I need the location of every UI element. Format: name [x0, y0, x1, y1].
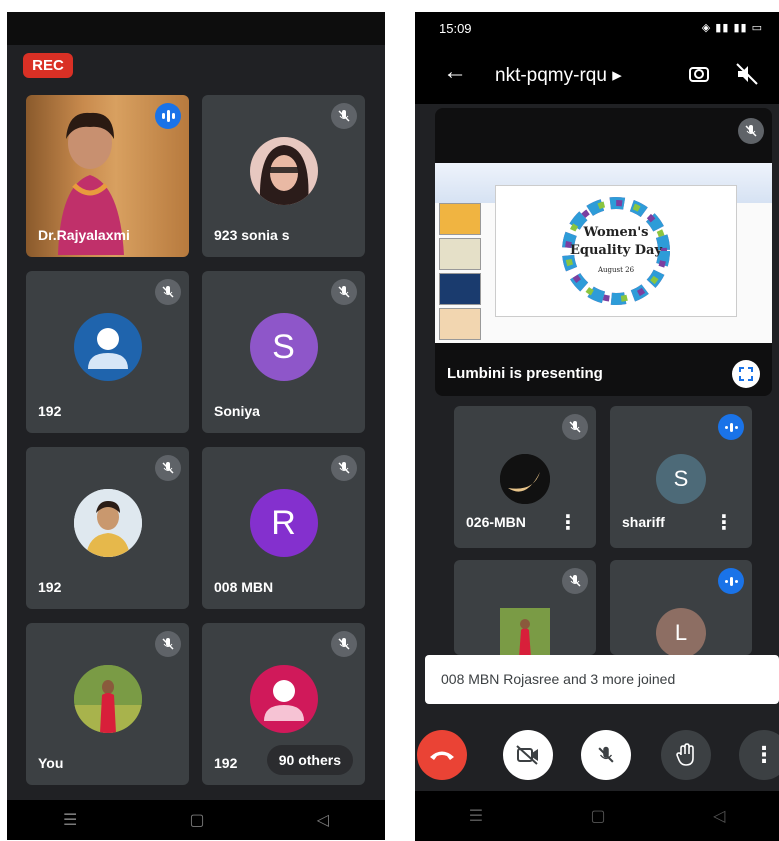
participant-avatar [500, 454, 550, 504]
switch-camera-icon[interactable] [685, 60, 713, 88]
status-icons: ◈ ▮▮ ▮▮ ▭ [701, 22, 763, 34]
participant-avatar: R [249, 489, 318, 557]
fullscreen-button[interactable] [732, 360, 760, 388]
status-bar: 15:09 ◈ ▮▮ ▮▮ ▭ [415, 12, 779, 46]
mic-off-icon [562, 568, 588, 594]
participant-tile[interactable]: 923 sonia s [202, 95, 365, 257]
participant-name: 923 sonia s [214, 227, 290, 243]
participant-avatar [249, 137, 318, 205]
menu-icon[interactable]: ☰ [63, 810, 77, 830]
mic-off-icon [598, 746, 614, 763]
more-options-icon[interactable]: ⋮ [714, 510, 734, 535]
mic-off-icon [331, 631, 357, 657]
participant-tile[interactable]: 192 [26, 271, 189, 433]
call-controls: ⋮ [415, 724, 779, 784]
participant-avatar [73, 665, 142, 733]
mic-off-icon [155, 279, 181, 305]
participant-name: shariff [622, 514, 665, 530]
slide-thumbnails [439, 203, 481, 340]
participant-name: 008 MBN [214, 579, 274, 595]
default-avatar-icon [249, 665, 318, 733]
slide-title-line1: Women's [583, 225, 649, 240]
home-icon[interactable]: ▢ [590, 806, 605, 826]
home-icon[interactable]: ▢ [189, 810, 204, 830]
speaking-indicator-icon [718, 414, 744, 440]
participant-name: 192 [214, 755, 238, 771]
mic-off-icon [155, 455, 181, 481]
slide-date: August 26 [597, 266, 635, 274]
mic-toggle-button[interactable] [581, 730, 631, 780]
slide-title-line2: Equality Day [569, 243, 663, 258]
participant-tile[interactable]: 026-MBN ⋮ [454, 406, 596, 548]
more-options-button[interactable]: ⋮ [739, 730, 779, 780]
more-vert-icon: ⋮ [753, 742, 775, 767]
meeting-code[interactable]: nkt-pqmy-rqu ▸ [495, 64, 622, 87]
mic-off-icon [331, 103, 357, 129]
participant-name: 026-MBN [466, 514, 526, 530]
participant-name: 192 [38, 579, 62, 595]
participant-tile[interactable]: S Soniya [202, 271, 365, 433]
participant-avatar: S [249, 313, 318, 381]
end-call-icon [430, 751, 454, 760]
participant-tile[interactable]: L [610, 560, 752, 655]
status-time: 15:09 [439, 21, 472, 36]
participant-name: You [38, 755, 64, 771]
top-bar [7, 12, 385, 45]
mic-off-icon [331, 279, 357, 305]
menu-icon[interactable]: ☰ [469, 806, 483, 826]
meeting-header: ← nkt-pqmy-rqu ▸ [415, 46, 779, 104]
mic-off-icon [155, 631, 181, 657]
slide: Women's Equality Day August 26 [495, 185, 737, 317]
android-nav-bar: ☰ ▢ ◁ [415, 791, 779, 841]
participant-avatar: L [656, 608, 706, 655]
back-nav-icon[interactable]: ◁ [713, 806, 725, 826]
fullscreen-icon [739, 367, 753, 381]
presentation-tile[interactable]: Women's Equality Day August 26 Lumbini i… [435, 108, 772, 396]
participant-name: Soniya [214, 403, 260, 419]
more-options-icon[interactable]: ⋮ [558, 510, 578, 535]
mic-off-icon [331, 455, 357, 481]
participant-tile[interactable]: R 008 MBN [202, 447, 365, 609]
participant-avatar: S [656, 454, 706, 504]
participant-avatar [73, 489, 142, 557]
mic-off-icon [738, 118, 764, 144]
camera-toggle-button[interactable] [503, 730, 553, 780]
participant-tile[interactable]: 192 90 others [202, 623, 365, 785]
others-button[interactable]: 90 others [266, 745, 353, 775]
camera-off-icon [516, 745, 538, 765]
back-nav-icon[interactable]: ◁ [317, 810, 329, 830]
participant-tile[interactable]: 192 [26, 447, 189, 609]
right-phone-screen: 15:09 ◈ ▮▮ ▮▮ ▭ ← nkt-pqmy-rqu ▸ Women's… [415, 12, 779, 841]
hand-icon [676, 743, 694, 766]
speaking-indicator-icon [718, 568, 744, 594]
default-avatar-icon [73, 313, 142, 381]
participant-name: Dr.Rajyalaxmi [38, 227, 130, 243]
participant-avatar [500, 608, 550, 655]
participant-name: 192 [38, 403, 62, 419]
end-call-button[interactable] [417, 730, 467, 780]
shared-screen: Women's Equality Day August 26 [435, 163, 772, 343]
speaking-indicator-icon [155, 103, 181, 129]
android-nav-bar: ☰ ▢ ◁ [7, 800, 385, 840]
left-phone-screen: REC Dr.Rajyalaxmi 923 sonia s 192 S Soni… [7, 12, 385, 840]
back-arrow-icon[interactable]: ← [443, 58, 467, 86]
participant-tile[interactable] [454, 560, 596, 655]
raise-hand-button[interactable] [661, 730, 711, 780]
speaker-off-icon[interactable] [733, 60, 761, 88]
presenter-label: Lumbini is presenting [447, 365, 603, 382]
participant-tile[interactable]: S shariff ⋮ [610, 406, 752, 548]
participant-tile[interactable]: Dr.Rajyalaxmi [26, 95, 189, 257]
join-notification: 008 MBN Rojasree and 3 more joined [425, 655, 779, 704]
mic-off-icon [562, 414, 588, 440]
recording-badge: REC [23, 53, 73, 78]
participant-tile[interactable]: You [26, 623, 189, 785]
